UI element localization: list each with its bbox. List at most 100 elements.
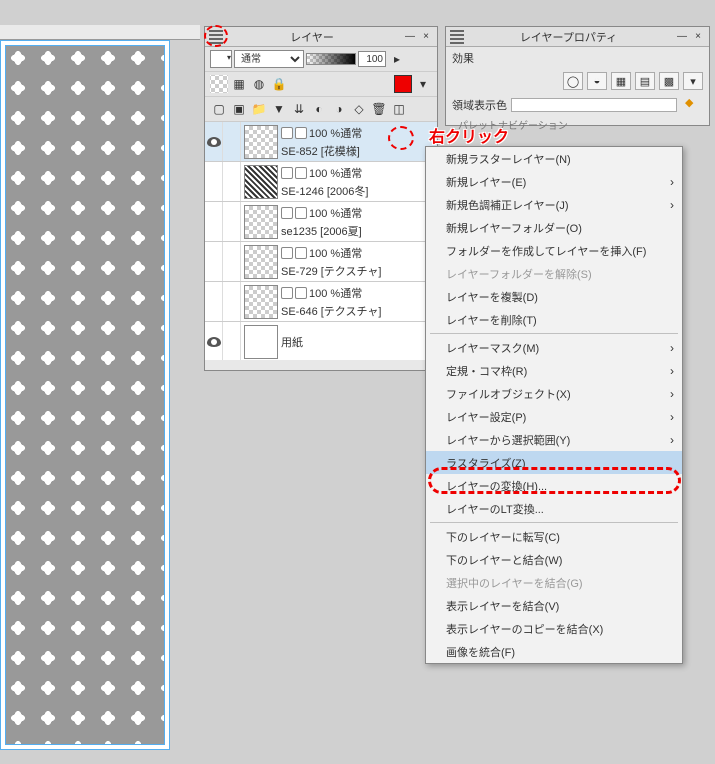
opacity-slider[interactable]: [306, 53, 356, 65]
context-menu-item[interactable]: 定規・コマ枠(R): [426, 359, 682, 382]
visibility-toggle[interactable]: [205, 162, 223, 201]
border-effect-icon[interactable]: ◯: [563, 72, 583, 90]
canvas[interactable]: [0, 40, 170, 750]
lock-icon[interactable]: 🔒: [270, 75, 288, 93]
layer-row[interactable]: 用紙: [205, 322, 437, 360]
context-menu-item[interactable]: レイヤーマスク(M): [426, 336, 682, 359]
opacity-field[interactable]: [358, 51, 386, 67]
context-menu-item: 選択中のレイヤーを結合(G): [426, 571, 682, 594]
lock-toggle[interactable]: [223, 242, 241, 281]
blend-mode-select[interactable]: 通常: [234, 50, 304, 68]
palette-color-dropdown[interactable]: [210, 50, 232, 68]
context-menu-item[interactable]: ファイルオブジェクト(X): [426, 382, 682, 405]
draft-icon[interactable]: ◍: [250, 75, 268, 93]
layer-mode-icon: [295, 207, 307, 219]
tone-effect-icon[interactable]: ◒: [587, 72, 607, 90]
layer-color-effect-icon[interactable]: ▤: [635, 72, 655, 90]
reference-icon[interactable]: ▦: [230, 75, 248, 93]
apply-mask-icon[interactable]: ◑: [330, 100, 348, 118]
context-menu-item[interactable]: 新規ラスターレイヤー(N): [426, 147, 682, 170]
layer-mode-icon: [295, 167, 307, 179]
context-menu-item[interactable]: レイヤー設定(P): [426, 405, 682, 428]
layer-color-dropdown-icon[interactable]: ▾: [414, 75, 432, 93]
eye-icon: [207, 337, 221, 347]
context-menu-item[interactable]: 下のレイヤーと結合(W): [426, 548, 682, 571]
context-menu-item[interactable]: レイヤーを複製(D): [426, 285, 682, 308]
layer-row[interactable]: 100 %通常SE-729 [テクスチャ]: [205, 242, 437, 282]
ruler-icon[interactable]: ◇: [350, 100, 368, 118]
context-menu-item[interactable]: レイヤーから選択範囲(Y): [426, 428, 682, 451]
bucket-icon[interactable]: ◆: [685, 96, 703, 114]
merge-down-icon[interactable]: ⇊: [290, 100, 308, 118]
context-menu-item[interactable]: 下のレイヤーに転写(C): [426, 525, 682, 548]
minimize-icon[interactable]: —: [403, 30, 417, 44]
extract-line-icon[interactable]: ▾: [683, 72, 703, 90]
new-raster-icon[interactable]: ▢: [210, 100, 228, 118]
layer-color-chip[interactable]: [394, 75, 412, 93]
visibility-toggle[interactable]: [205, 242, 223, 281]
new-folder-icon[interactable]: 📁: [250, 100, 268, 118]
layer-name: SE-729 [テクスチャ]: [281, 263, 437, 279]
layer-thumbnail: [244, 165, 278, 199]
context-menu-item[interactable]: 表示レイヤーを結合(V): [426, 594, 682, 617]
transfer-down-icon[interactable]: ▼: [270, 100, 288, 118]
delete-layer-icon[interactable]: 🗑: [370, 100, 388, 118]
layer-type-icon: [281, 247, 293, 259]
minimize-icon[interactable]: —: [675, 30, 689, 44]
layers-panel-header[interactable]: レイヤー — ×: [205, 27, 437, 47]
annotation-rasterize-rect: [428, 467, 681, 494]
context-menu-item[interactable]: 新規レイヤーフォルダー(O): [426, 216, 682, 239]
binarize-effect-icon[interactable]: ▦: [611, 72, 631, 90]
context-menu-item[interactable]: 表示レイヤーのコピーを結合(X): [426, 617, 682, 640]
lock-toggle[interactable]: [223, 162, 241, 201]
layers-toolbar-3: ▢ ▣ 📁 ▼ ⇊ ◐ ◑ ◇ 🗑 ◫: [205, 97, 437, 122]
layer-row[interactable]: 100 %通常SE-646 [テクスチャ]: [205, 282, 437, 322]
lock-toggle[interactable]: [223, 122, 241, 161]
visibility-toggle[interactable]: [205, 282, 223, 321]
context-menu-item[interactable]: 新規色調補正レイヤー(J): [426, 193, 682, 216]
layer-name: 用紙: [281, 334, 437, 350]
context-menu-item[interactable]: レイヤーのLT変換...: [426, 497, 682, 520]
layer-list: 100 %通常SE-852 [花模様]100 %通常SE-1246 [2006冬…: [205, 122, 437, 360]
context-menu-item[interactable]: レイヤーを削除(T): [426, 308, 682, 331]
opacity-stepper[interactable]: ▸: [388, 50, 406, 68]
layer-context-menu: 新規ラスターレイヤー(N)新規レイヤー(E)新規色調補正レイヤー(J)新規レイヤ…: [425, 146, 683, 664]
lock-toggle[interactable]: [223, 202, 241, 241]
layer-property-header[interactable]: レイヤープロパティ — ×: [446, 27, 709, 47]
context-menu-separator: [430, 522, 678, 523]
eye-icon: [207, 137, 221, 147]
visibility-toggle[interactable]: [205, 322, 223, 360]
context-menu-separator: [430, 333, 678, 334]
context-menu-item[interactable]: フォルダーを作成してレイヤーを挿入(F): [426, 239, 682, 262]
new-vector-icon[interactable]: ▣: [230, 100, 248, 118]
layers-panel-title: レイヤー: [223, 29, 401, 45]
effect-label-row: 効果: [446, 47, 709, 69]
context-menu-item[interactable]: 新規レイヤー(E): [426, 170, 682, 193]
layer-info: 100 %通常 se1235 [2006夏]: [281, 205, 437, 239]
grid-effect-icon[interactable]: ▩: [659, 72, 679, 90]
layer-thumbnail: [244, 325, 278, 359]
close-icon[interactable]: ×: [419, 30, 433, 44]
horizontal-ruler: [0, 25, 200, 40]
close-icon[interactable]: ×: [691, 30, 705, 44]
annotation-hamburger-circle: [204, 25, 228, 47]
layer-row[interactable]: 100 %通常 se1235 [2006夏]: [205, 202, 437, 242]
layer-name: se1235 [2006夏]: [281, 223, 437, 239]
hamburger-icon[interactable]: [450, 30, 464, 44]
mask-icon[interactable]: ◐: [310, 100, 328, 118]
lock-toggle[interactable]: [223, 282, 241, 321]
layer-thumbnail: [244, 245, 278, 279]
lock-toggle[interactable]: [223, 322, 241, 360]
layer-mode-icon: [295, 247, 307, 259]
context-menu-item[interactable]: 画像を統合(F): [426, 640, 682, 663]
annotation-right-click-label: 右クリック: [429, 123, 509, 147]
region-color-swatch[interactable]: [511, 98, 677, 112]
context-menu-item: レイヤーフォルダーを解除(S): [426, 262, 682, 285]
visibility-toggle[interactable]: [205, 202, 223, 241]
two-pane-icon[interactable]: ◫: [390, 100, 408, 118]
layer-property-panel: レイヤープロパティ — × 効果 ◯ ◒ ▦ ▤ ▩ ▾ 領域表示色 ◆: [445, 26, 710, 126]
clip-icon[interactable]: [210, 75, 228, 93]
layer-opacity-label: 100 %通常: [309, 205, 362, 221]
visibility-toggle[interactable]: [205, 122, 223, 161]
layer-row[interactable]: 100 %通常SE-1246 [2006冬]: [205, 162, 437, 202]
